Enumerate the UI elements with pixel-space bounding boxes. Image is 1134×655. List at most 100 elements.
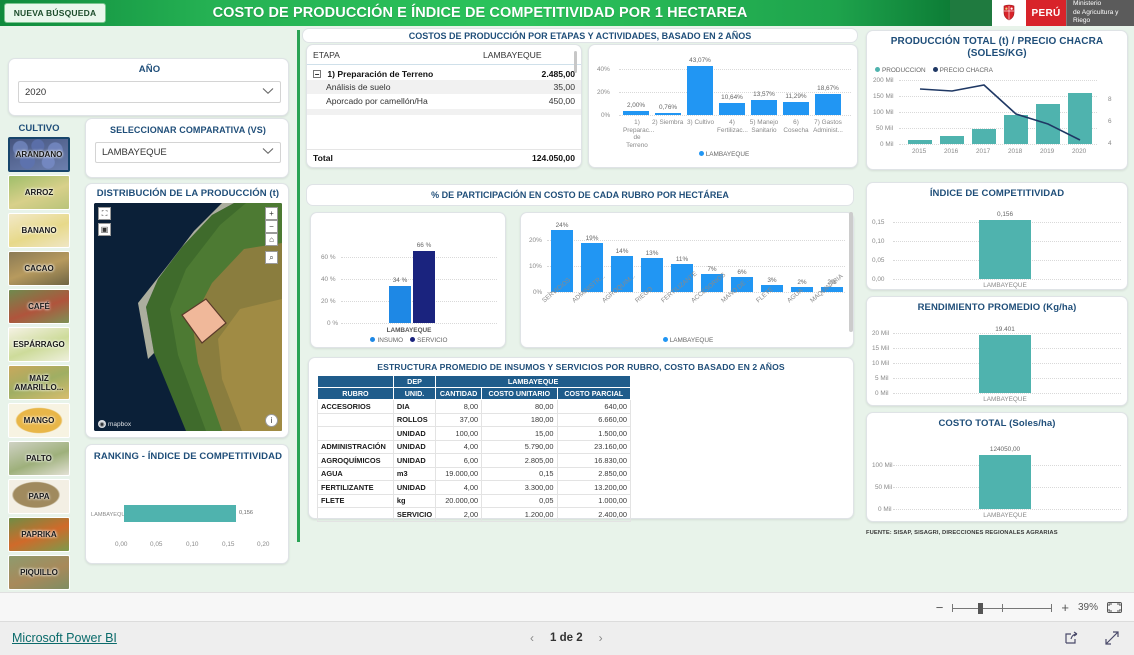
table-row[interactable]: ROLLOS 37,00 180,00 6.660,00 — [317, 412, 632, 427]
crop-item-mango[interactable]: MANGO — [8, 403, 70, 438]
bar-preparacion[interactable] — [623, 111, 649, 115]
ranking-chart-plot[interactable]: LAMBAYEQUE 0,156 0,00 0,05 0,10 0,15 0,2… — [86, 479, 290, 561]
next-page-button[interactable]: › — [599, 631, 603, 645]
crop-item-cafe[interactable]: CAFÉ — [8, 289, 70, 324]
bar-servicio[interactable] — [413, 251, 435, 323]
bar-fertilizacion[interactable] — [719, 103, 745, 115]
map-search-icon[interactable]: ⌕ — [265, 251, 278, 264]
zoom-out-button[interactable]: − — [936, 600, 944, 615]
peru-label: PERÚ — [1026, 0, 1066, 26]
gridline — [893, 393, 1121, 394]
map-compass-icon[interactable]: ⌂ — [265, 233, 278, 246]
matrix-scrollbar[interactable] — [574, 51, 577, 73]
zoom-slider-handle[interactable] — [978, 602, 984, 614]
xtick-lambayeque: LAMBAYEQUE — [983, 512, 1027, 519]
legend-item-precio-chacra[interactable]: PRECIO CHACRA — [932, 67, 993, 74]
crop-item-papa[interactable]: PAPA — [8, 479, 70, 514]
map-focus-icon[interactable]: ▣ — [98, 223, 111, 236]
table-row[interactable]: FERTILIZANTE UNIDAD 4,00 3.300,00 13.200,00 — [317, 480, 632, 495]
bar-2016[interactable] — [940, 136, 964, 144]
bar-2015[interactable] — [908, 140, 932, 144]
etapa-matrix-card[interactable]: ETAPA LAMBAYEQUE − 1) Preparación de Ter… — [306, 44, 582, 168]
bar-2019[interactable] — [1036, 104, 1060, 144]
cell-cantidad: 4,00 — [435, 439, 483, 454]
share-icon[interactable] — [1064, 630, 1080, 649]
costos-etapa-chart-plot[interactable]: 40% 20% 0% 2,00% 1) Preparac... de Terreno… — [589, 45, 859, 169]
map-zoom-in-button[interactable]: + — [265, 207, 278, 220]
bar-cultivo[interactable] — [687, 66, 713, 115]
fit-to-page-icon[interactable] — [1107, 602, 1122, 613]
table-row[interactable]: ADMINISTRACIÓN UNIDAD 4,00 5.790,00 23.160,0… — [317, 439, 632, 454]
table-row[interactable]: SERVICIO 2,00 1.200,00 2.400,00 — [317, 507, 632, 522]
year-select[interactable]: 2020 — [18, 81, 281, 103]
bar-rendimiento-promedio[interactable] — [979, 335, 1031, 393]
bar-2020[interactable] — [1068, 93, 1092, 144]
xtick-2017: 2017 — [976, 148, 991, 155]
cell-cantidad: 19.000,00 — [435, 466, 483, 481]
ranking-bar[interactable] — [124, 505, 236, 522]
ytick-010: 0,10 — [872, 238, 885, 245]
map-info-icon[interactable]: i — [265, 414, 278, 427]
legend-item-produccion[interactable]: PRODUCCION — [875, 67, 926, 74]
indice-competitividad-plot[interactable]: 0,15 0,10 0,05 0,00 0,156 LAMBAYEQUE — [867, 203, 1129, 291]
table-row[interactable]: FLETE kg 20.000,00 0,05 1.000,00 — [317, 493, 632, 508]
table-row[interactable]: AGROQUÍMICOS UNIDAD 6,00 2.805,00 16.830,00 — [317, 453, 632, 468]
crop-item-arandano[interactable]: ARANDANO — [8, 137, 70, 172]
mid-section-scrollbar[interactable] — [849, 212, 853, 332]
cell-rubro: AGUA — [317, 466, 394, 481]
map-fullscreen-icon[interactable]: ⛶ — [98, 207, 111, 220]
previous-page-button[interactable]: ‹ — [530, 631, 534, 645]
participacion-rubro-plot[interactable]: 20% 10% 0% 24% SERVICIOS 19% ADMINISTR..… — [521, 213, 855, 349]
new-search-button[interactable]: NUEVA BÚSQUEDA — [4, 3, 106, 23]
zoom-slider[interactable] — [952, 602, 1053, 614]
crop-item-label: PALTO — [26, 454, 52, 463]
crop-item-label: PIQUILLO — [20, 568, 58, 577]
fullscreen-icon[interactable] — [1104, 630, 1120, 649]
bar-insumo[interactable] — [389, 286, 411, 323]
table-row[interactable]: ACCESORIOS DIA 8,00 80,00 640,00 — [317, 399, 632, 414]
legend-item-servicio[interactable]: SERVICIO — [410, 337, 448, 344]
crop-item-cacao[interactable]: CACAO — [8, 251, 70, 286]
insumo-servicio-plot[interactable]: 60 % 40 % 20 % 0 % 34 % 66 % LAMBAYEQUE … — [311, 213, 507, 349]
costo-total-plot[interactable]: 100 Mil 50 Mil 0 Mil 124050,00 LAMBAYEQU… — [867, 433, 1129, 523]
estructura-table[interactable]: DEP LAMBAYEQUE RUBRO UNID. CANTIDAD COST… — [317, 375, 632, 522]
xtick-lambayeque: LAMBAYEQUE — [386, 327, 432, 334]
produccion-precio-plot[interactable]: 200 Mil 150 Mil 100 Mil 50 Mil 0 Mil 8 6… — [867, 77, 1129, 171]
matrix-row[interactable]: Análisis de suelo 35,00 — [307, 80, 581, 94]
matrix-row[interactable]: Aporcado por camellón/Ha 450,00 — [307, 94, 581, 107]
crop-item-piquillo[interactable]: PIQUILLO — [8, 555, 70, 590]
bar-indice-competitividad[interactable] — [979, 220, 1031, 279]
matrix-row-group[interactable]: − 1) Preparación de Terreno 2.485,00 — [307, 65, 581, 80]
zoom-in-button[interactable]: + — [1061, 600, 1069, 615]
bar-cosecha[interactable] — [783, 102, 809, 115]
power-bi-link[interactable]: Microsoft Power BI — [12, 631, 117, 645]
bar-costo-total[interactable] — [979, 455, 1031, 509]
map-canvas[interactable]: ⛶ ▣ + − ⌂ ⌕ ◉ mapbox i — [94, 203, 282, 431]
cell-cantidad: 37,00 — [435, 412, 483, 427]
xtick-gastos-administrativos: 7) Gastos Administ... — [813, 119, 843, 134]
legend-item-lambayeque[interactable]: LAMBAYEQUE — [662, 337, 713, 344]
map-zoom-out-button[interactable]: − — [265, 220, 278, 233]
table-row[interactable]: UNIDAD 100,00 15,00 1.500,00 — [317, 426, 632, 441]
crop-item-arroz[interactable]: ARROZ — [8, 175, 70, 210]
bar-2017[interactable] — [972, 129, 996, 144]
xtick-2020: 2020 — [1072, 148, 1087, 155]
rendimiento-promedio-plot[interactable]: 20 Mil 15 Mil 10 Mil 5 Mil 0 Mil 19.401 … — [867, 317, 1129, 407]
table-row[interactable]: AGUA m3 19.000,00 0,15 2.850,00 — [317, 466, 632, 481]
legend-item-insumo[interactable]: INSUMO — [370, 337, 403, 344]
legend-item-lambayeque[interactable]: LAMBAYEQUE — [698, 151, 749, 158]
crop-item-esparrago[interactable]: ESPÁRRAGO — [8, 327, 70, 362]
expand-collapse-icon[interactable]: − — [313, 70, 321, 79]
crop-item-maiz-amarillo[interactable]: MAIZ AMARILLO... — [8, 365, 70, 400]
bar-manejo-sanitario[interactable] — [751, 100, 777, 115]
bar-2018[interactable] — [1004, 115, 1028, 144]
crop-item-banano[interactable]: BANANO — [8, 213, 70, 248]
crop-item-palto[interactable]: PALTO — [8, 441, 70, 476]
bar-gastos-administrativos[interactable] — [815, 94, 841, 115]
cell-rubro: ADMINISTRACIÓN — [317, 439, 394, 454]
bar-siembra[interactable] — [655, 113, 681, 115]
comparative-select[interactable]: LAMBAYEQUE — [95, 142, 281, 163]
cell-rubro — [317, 426, 394, 441]
group-header-blank — [317, 375, 394, 388]
crop-item-paprika[interactable]: PAPRIKA — [8, 517, 70, 552]
